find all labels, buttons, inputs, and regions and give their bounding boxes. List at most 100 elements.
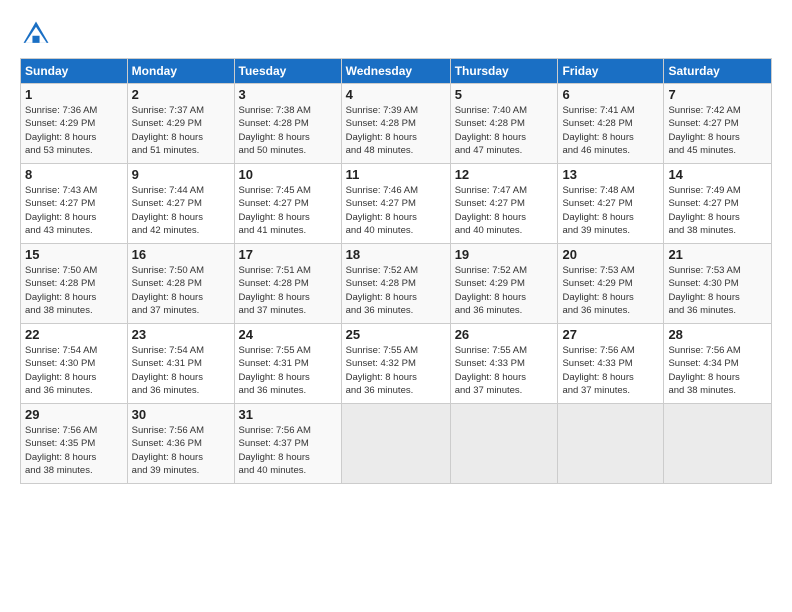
day-cell: 1 Sunrise: 7:36 AM Sunset: 4:29 PM Daylig… [21,84,128,164]
day-cell [664,404,772,484]
day-info: Sunrise: 7:45 AM Sunset: 4:27 PM Dayligh… [239,184,337,237]
day-cell: 12 Sunrise: 7:47 AM Sunset: 4:27 PM Dayli… [450,164,558,244]
day-info: Sunrise: 7:55 AM Sunset: 4:33 PM Dayligh… [455,344,554,397]
day-cell: 27Sunrise: 7:56 AM Sunset: 4:33 PM Dayli… [558,324,664,404]
calendar-table: SundayMondayTuesdayWednesdayThursdayFrid… [20,58,772,484]
logo-icon [20,18,52,50]
weekday-header-friday: Friday [558,59,664,84]
day-number: 31 [239,407,337,422]
day-number: 14 [668,167,767,182]
day-info: Sunrise: 7:49 AM Sunset: 4:27 PM Dayligh… [668,184,767,237]
day-number: 30 [132,407,230,422]
day-cell [341,404,450,484]
day-info: Sunrise: 7:50 AM Sunset: 4:28 PM Dayligh… [132,264,230,317]
day-cell: 6 Sunrise: 7:41 AM Sunset: 4:28 PM Daylig… [558,84,664,164]
day-cell [450,404,558,484]
week-row-4: 22 Sunrise: 7:54 AM Sunset: 4:30 PM Dayli… [21,324,772,404]
day-number: 6 [562,87,659,102]
day-cell: 28 Sunrise: 7:56 AM Sunset: 4:34 PM Dayli… [664,324,772,404]
day-info: Sunrise: 7:53 AM Sunset: 4:30 PM Dayligh… [668,264,767,317]
day-info: Sunrise: 7:52 AM Sunset: 4:29 PM Dayligh… [455,264,554,317]
day-cell: 16 Sunrise: 7:50 AM Sunset: 4:28 PM Dayli… [127,244,234,324]
day-number: 7 [668,87,767,102]
day-info: Sunrise: 7:56 AM Sunset: 4:36 PM Dayligh… [132,424,230,477]
weekday-header-thursday: Thursday [450,59,558,84]
page: SundayMondayTuesdayWednesdayThursdayFrid… [0,0,792,612]
day-cell: 20 Sunrise: 7:53 AM Sunset: 4:29 PM Dayli… [558,244,664,324]
day-cell: 23 Sunrise: 7:54 AM Sunset: 4:31 PM Dayli… [127,324,234,404]
day-cell: 3 Sunrise: 7:38 AM Sunset: 4:28 PM Daylig… [234,84,341,164]
weekday-header-saturday: Saturday [664,59,772,84]
day-number: 28 [668,327,767,342]
day-cell [558,404,664,484]
day-cell: 17 Sunrise: 7:51 AM Sunset: 4:28 PM Dayli… [234,244,341,324]
weekday-header-monday: Monday [127,59,234,84]
day-number: 23 [132,327,230,342]
day-cell: 22 Sunrise: 7:54 AM Sunset: 4:30 PM Dayli… [21,324,128,404]
day-number: 12 [455,167,554,182]
day-info: Sunrise: 7:46 AM Sunset: 4:27 PM Dayligh… [346,184,446,237]
day-info: Sunrise: 7:48 AM Sunset: 4:27 PM Dayligh… [562,184,659,237]
day-info: Sunrise: 7:53 AM Sunset: 4:29 PM Dayligh… [562,264,659,317]
day-number: 21 [668,247,767,262]
week-row-1: 1 Sunrise: 7:36 AM Sunset: 4:29 PM Daylig… [21,84,772,164]
day-cell: 29 Sunrise: 7:56 AM Sunset: 4:35 PM Dayli… [21,404,128,484]
day-number: 13 [562,167,659,182]
day-cell: 31Sunrise: 7:56 AM Sunset: 4:37 PM Dayli… [234,404,341,484]
logo [20,18,56,50]
day-number: 19 [455,247,554,262]
day-cell: 7 Sunrise: 7:42 AM Sunset: 4:27 PM Daylig… [664,84,772,164]
day-cell: 2Sunrise: 7:37 AM Sunset: 4:29 PM Daylig… [127,84,234,164]
day-info: Sunrise: 7:42 AM Sunset: 4:27 PM Dayligh… [668,104,767,157]
day-number: 17 [239,247,337,262]
weekday-header-row: SundayMondayTuesdayWednesdayThursdayFrid… [21,59,772,84]
day-number: 16 [132,247,230,262]
day-info: Sunrise: 7:56 AM Sunset: 4:35 PM Dayligh… [25,424,123,477]
weekday-header-sunday: Sunday [21,59,128,84]
weekday-header-wednesday: Wednesday [341,59,450,84]
day-info: Sunrise: 7:56 AM Sunset: 4:33 PM Dayligh… [562,344,659,397]
day-info: Sunrise: 7:51 AM Sunset: 4:28 PM Dayligh… [239,264,337,317]
day-cell: 8Sunrise: 7:43 AM Sunset: 4:27 PM Daylig… [21,164,128,244]
day-cell: 15Sunrise: 7:50 AM Sunset: 4:28 PM Dayli… [21,244,128,324]
day-number: 9 [132,167,230,182]
day-cell: 13 Sunrise: 7:48 AM Sunset: 4:27 PM Dayli… [558,164,664,244]
day-number: 25 [346,327,446,342]
day-number: 10 [239,167,337,182]
day-cell: 11 Sunrise: 7:46 AM Sunset: 4:27 PM Dayli… [341,164,450,244]
day-info: Sunrise: 7:41 AM Sunset: 4:28 PM Dayligh… [562,104,659,157]
day-info: Sunrise: 7:39 AM Sunset: 4:28 PM Dayligh… [346,104,446,157]
day-cell: 26 Sunrise: 7:55 AM Sunset: 4:33 PM Dayli… [450,324,558,404]
day-number: 29 [25,407,123,422]
day-info: Sunrise: 7:52 AM Sunset: 4:28 PM Dayligh… [346,264,446,317]
day-number: 20 [562,247,659,262]
day-cell: 24Sunrise: 7:55 AM Sunset: 4:31 PM Dayli… [234,324,341,404]
week-row-3: 15 Sunrise: 7:50 AM Sunset: 4:28 PM Dayli… [21,244,772,324]
day-info: Sunrise: 7:47 AM Sunset: 4:27 PM Dayligh… [455,184,554,237]
day-cell: 4 Sunrise: 7:39 AM Sunset: 4:28 PM Daylig… [341,84,450,164]
weekday-header-tuesday: Tuesday [234,59,341,84]
day-number: 5 [455,87,554,102]
day-number: 1 [25,87,123,102]
day-cell: 9 Sunrise: 7:44 AM Sunset: 4:27 PM Daylig… [127,164,234,244]
day-number: 11 [346,167,446,182]
day-cell: 14 Sunrise: 7:49 AM Sunset: 4:27 PM Dayli… [664,164,772,244]
day-cell: 19 Sunrise: 7:52 AM Sunset: 4:29 PM Dayli… [450,244,558,324]
day-info: Sunrise: 7:55 AM Sunset: 4:32 PM Dayligh… [346,344,446,397]
day-number: 15 [25,247,123,262]
header [20,18,772,50]
day-cell: 18Sunrise: 7:52 AM Sunset: 4:28 PM Dayli… [341,244,450,324]
day-info: Sunrise: 7:36 AM Sunset: 4:29 PM Dayligh… [25,104,123,157]
day-info: Sunrise: 7:56 AM Sunset: 4:34 PM Dayligh… [668,344,767,397]
day-info: Sunrise: 7:54 AM Sunset: 4:31 PM Dayligh… [132,344,230,397]
day-number: 22 [25,327,123,342]
day-info: Sunrise: 7:54 AM Sunset: 4:30 PM Dayligh… [25,344,123,397]
week-row-5: 29 Sunrise: 7:56 AM Sunset: 4:35 PM Dayli… [21,404,772,484]
day-number: 3 [239,87,337,102]
day-cell: 25 Sunrise: 7:55 AM Sunset: 4:32 PM Dayli… [341,324,450,404]
day-number: 26 [455,327,554,342]
day-number: 4 [346,87,446,102]
day-info: Sunrise: 7:44 AM Sunset: 4:27 PM Dayligh… [132,184,230,237]
day-info: Sunrise: 7:38 AM Sunset: 4:28 PM Dayligh… [239,104,337,157]
day-info: Sunrise: 7:37 AM Sunset: 4:29 PM Dayligh… [132,104,230,157]
